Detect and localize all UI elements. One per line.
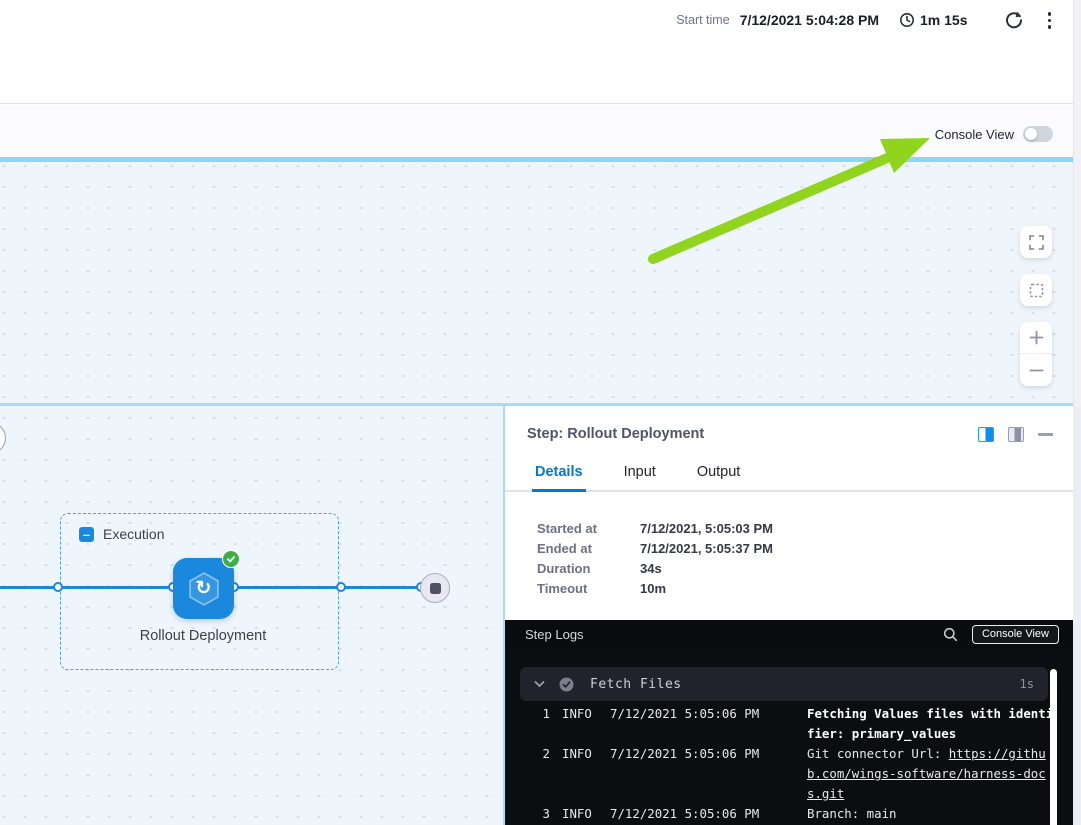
tab-details[interactable]: Details <box>532 462 586 492</box>
elapsed-duration: 1m 15s <box>920 12 967 28</box>
detail-row-duration: Duration 34s <box>537 559 773 579</box>
start-time-value: 7/12/2021 5:04:28 PM <box>740 12 879 28</box>
more-options-kebab-icon[interactable] <box>1044 10 1056 31</box>
refresh-button[interactable] <box>1004 10 1024 30</box>
fullscreen-icon[interactable] <box>1020 226 1052 258</box>
tab-input[interactable]: Input <box>621 462 659 490</box>
chevron-down-icon[interactable] <box>534 680 545 688</box>
collapse-group-icon[interactable]: – <box>79 527 94 542</box>
rollout-refresh-icon: ↻ <box>196 579 212 598</box>
minimize-panel-icon[interactable] <box>1038 433 1053 436</box>
log-entry: 2 INFO 7/12/2021 5:05:06 PM Git connecto… <box>505 744 1073 804</box>
clock-icon <box>899 12 915 28</box>
console-view-label: Console View <box>935 127 1014 142</box>
panel-title: Step: Rollout Deployment <box>527 426 704 442</box>
step-details-list: Started at 7/12/2021, 5:05:03 PM Ended a… <box>537 519 773 599</box>
log-message-prefix: Git connector Url: <box>807 746 949 761</box>
pipeline-end-node[interactable] <box>420 573 450 603</box>
zoom-in-icon[interactable] <box>1020 322 1052 354</box>
log-entry: 1 INFO 7/12/2021 5:05:06 PM Fetching Val… <box>505 704 1073 744</box>
panel-scrollbar-track[interactable] <box>1073 406 1081 825</box>
log-entry: 3 INFO 7/12/2021 5:05:06 PM Branch: main <box>505 804 1073 824</box>
tab-output[interactable]: Output <box>694 462 744 490</box>
step-logs-title: Step Logs <box>525 627 584 642</box>
execution-group-label: Execution <box>103 526 164 542</box>
zoom-out-icon[interactable] <box>1020 354 1052 386</box>
search-logs-icon[interactable] <box>943 627 958 642</box>
rollout-deployment-step-node[interactable]: ↻ <box>173 558 234 619</box>
success-check-icon <box>222 550 240 568</box>
connector-dot <box>53 582 63 592</box>
log-entries: 1 INFO 7/12/2021 5:05:06 PM Fetching Val… <box>505 704 1073 824</box>
top-header: Start time 7/12/2021 5:04:28 PM 1m 15s <box>0 0 1081 104</box>
console-view-toggle[interactable] <box>1023 126 1053 142</box>
log-group-duration: 1s <box>1020 677 1034 691</box>
panel-view-icon[interactable] <box>1008 427 1024 442</box>
canvas-zoom-controls <box>1020 226 1052 386</box>
detail-row-timeout: Timeout 10m <box>537 579 773 599</box>
log-group-fetch-files[interactable]: Fetch Files 1s <box>520 667 1048 701</box>
step-details-panel: Step: Rollout Deployment Details Input O… <box>503 406 1073 825</box>
detail-row-ended-at: Ended at 7/12/2021, 5:05:37 PM <box>537 539 773 559</box>
log-console[interactable]: Fetch Files 1s 1 INFO 7/12/2021 5:05:06 … <box>505 648 1073 825</box>
panel-tabs: Details Input Output <box>505 462 1073 492</box>
log-scrollbar-thumb[interactable] <box>1050 669 1057 825</box>
logs-console-view-button[interactable]: Console View <box>972 625 1059 644</box>
detail-row-started-at: Started at 7/12/2021, 5:05:03 PM <box>537 519 773 539</box>
connector-dot <box>336 582 346 592</box>
log-group-name: Fetch Files <box>590 677 682 692</box>
graph-toolbar: Console View <box>0 105 1081 157</box>
start-time-label: Start time <box>676 13 730 27</box>
step-node-label: Rollout Deployment <box>113 626 293 647</box>
step-logs-bar: Step Logs Console View <box>505 620 1073 648</box>
log-group-success-icon <box>559 677 574 692</box>
fit-to-screen-icon[interactable] <box>1020 274 1052 306</box>
split-view-icon[interactable] <box>978 427 994 442</box>
